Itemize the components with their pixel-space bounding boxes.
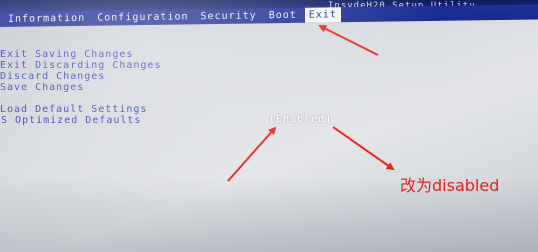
arrow-to-exit-tab bbox=[318, 25, 379, 56]
annotation-text: 改为disabled bbox=[400, 176, 500, 195]
annotation-arrows bbox=[227, 25, 395, 182]
arrow-to-note bbox=[332, 126, 395, 171]
arrow-to-value bbox=[227, 126, 277, 182]
bios-photo: InsydeH20 Setup Utility Information Conf… bbox=[0, 0, 538, 252]
